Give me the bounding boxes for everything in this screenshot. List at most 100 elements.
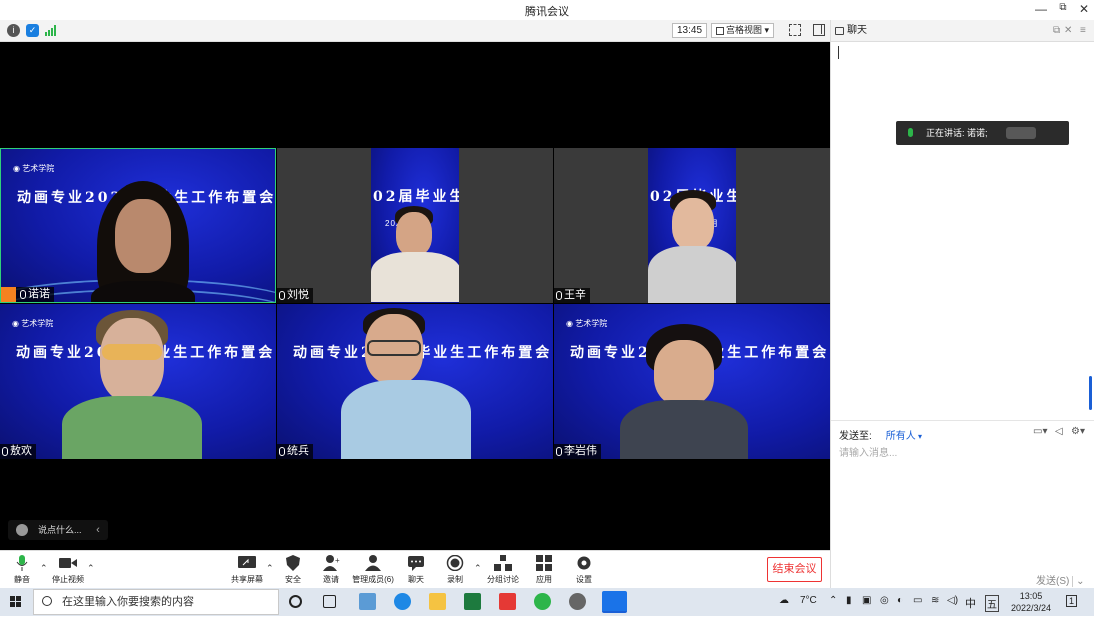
stop-video-button[interactable]: 停止视频 <box>48 555 88 585</box>
collapse-chevron-icon[interactable]: ‹ <box>88 520 108 540</box>
app-icon[interactable] <box>359 593 376 610</box>
video-tile[interactable]: 动画专业202届毕业生工作布置会 统兵 <box>277 304 553 459</box>
meeting-bottom-toolbar: 静音 ⌃ 停止视频 ⌃ 共享屏幕 ⌃ 安全 + 邀请 管理成员(6) 聊天 录制… <box>0 550 830 588</box>
mic-icon[interactable]: ▮ <box>846 595 852 606</box>
video-tile[interactable]: ◉ 艺术学院 动画专业202届毕业生工作布置会 李岩伟 <box>554 304 830 459</box>
cortana-icon[interactable] <box>289 595 302 608</box>
breakout-icon <box>494 555 512 571</box>
notification-count: 1 <box>1069 596 1075 606</box>
close-icon[interactable]: ✕ <box>1073 2 1094 16</box>
record-icon <box>446 554 464 572</box>
battery-icon[interactable]: ▭ <box>913 595 922 606</box>
clock-date: 2022/3/24 <box>1010 603 1052 613</box>
chat-button[interactable]: 聊天 <box>396 555 436 585</box>
chevron-up-icon[interactable]: ⌃ <box>829 595 837 606</box>
participant-name: 统兵 <box>287 445 309 457</box>
video-tile[interactable]: ◉ 艺术学院 动画专业202届毕业生工作布置会 敖欢 <box>0 304 276 459</box>
shared-slide: 动画专业202届毕业生工作布置会 <box>277 304 553 459</box>
tencent-meeting-icon[interactable] <box>602 591 627 613</box>
task-view-icon[interactable] <box>323 595 336 608</box>
grid-icon <box>716 26 724 35</box>
participant-name: 李岩伟 <box>564 445 597 457</box>
settings-button[interactable]: 设置 <box>564 555 604 585</box>
participant-name: 王辛 <box>564 289 586 301</box>
file-explorer-icon[interactable] <box>429 593 446 610</box>
video-tile[interactable]: 02届毕业生 月 王辛 <box>554 148 830 303</box>
apps-button[interactable]: 应用 <box>524 555 564 585</box>
send-button[interactable]: 发送(S) ⌄ <box>1036 572 1085 587</box>
view-mode-label: 宫格视图 <box>726 25 763 35</box>
record-button[interactable]: 录制 <box>435 554 475 585</box>
add-user-icon: + <box>322 555 340 571</box>
video-grid: ◉ 艺术学院 动画专业202届毕业生工作布置会 诺诺 02届毕业生 2022年3… <box>0 42 830 550</box>
send-button-label: 发送(S) <box>1036 576 1070 587</box>
search-icon <box>42 596 52 606</box>
mic-icon <box>20 290 26 299</box>
taskbar-search-input[interactable]: 在这里输入你要搜索的内容 <box>33 589 279 615</box>
windows-start-icon[interactable] <box>0 588 32 616</box>
end-meeting-button[interactable]: 结束会议 <box>767 557 822 582</box>
shared-slide: ◉ 艺术学院 动画专业202届毕业生工作布置会 <box>0 304 276 459</box>
mute-button[interactable]: 静音 <box>2 555 42 585</box>
breakout-label: 分组讨论 <box>487 575 519 584</box>
minimize-icon[interactable]: — <box>1030 2 1052 16</box>
tray-app-icon[interactable]: ◐ <box>897 595 903 606</box>
edge-icon[interactable] <box>394 593 411 610</box>
send-to-value[interactable]: 所有人 <box>886 431 916 442</box>
share-screen-button[interactable]: 共享屏幕 <box>227 555 267 585</box>
tray-app-icon[interactable]: ◎ <box>880 595 889 606</box>
close-icon[interactable]: ✕ <box>1064 20 1072 42</box>
send-to-selector[interactable]: 发送至: 所有人 ▾ <box>839 427 922 442</box>
gear-icon[interactable] <box>569 593 586 610</box>
quick-chat-placeholder: 说点什么... <box>38 525 82 535</box>
volume-icon[interactable]: ◁) <box>947 595 958 606</box>
chat-icon <box>407 555 425 571</box>
ime-indicator[interactable]: 中 <box>965 595 976 611</box>
menu-icon[interactable]: ≡ <box>1080 20 1086 42</box>
search-placeholder: 在这里输入你要搜索的内容 <box>62 596 194 608</box>
mic-icon <box>13 555 31 571</box>
invite-button[interactable]: + 邀请 <box>311 555 351 585</box>
sidebar-toggle-icon[interactable] <box>813 24 825 36</box>
chat-scrollbar[interactable] <box>1089 376 1092 410</box>
breakout-button[interactable]: 分组讨论 <box>483 555 523 585</box>
camera-icon <box>59 555 77 571</box>
speaker-icon[interactable]: ◁ <box>1055 426 1063 437</box>
popout-icon[interactable]: ⧉ <box>1053 20 1060 42</box>
mute-options-chevron-icon[interactable]: ⌃ <box>40 563 48 574</box>
fullscreen-icon[interactable] <box>789 24 801 36</box>
wifi-icon[interactable]: ≋ <box>931 595 939 606</box>
wechat-icon[interactable] <box>534 593 551 610</box>
weather-icon[interactable]: ☁ <box>779 595 789 606</box>
shield-icon[interactable]: ✓ <box>26 24 39 37</box>
invite-label: 邀请 <box>323 575 339 584</box>
taskbar-clock[interactable]: 13:05 2022/3/24 <box>1007 590 1055 614</box>
chat-panel-header: 聊天 ⧉ ✕ ≡ <box>831 20 1094 42</box>
ime-mode-indicator[interactable]: 五 <box>985 595 999 612</box>
record-options-chevron-icon[interactable]: ⌃ <box>474 563 482 574</box>
excel-icon[interactable] <box>464 593 481 610</box>
security-button[interactable]: 安全 <box>273 555 313 585</box>
blurred-avatars <box>1006 127 1036 139</box>
mic-icon <box>279 447 285 456</box>
view-mode-dropdown[interactable]: 宫格视图 ▾ <box>711 23 775 38</box>
video-options-chevron-icon[interactable]: ⌃ <box>87 563 95 574</box>
host-icon <box>1 287 16 302</box>
shared-slide: ◉ 艺术学院 动画专业202届毕业生工作布置会 <box>1 149 275 302</box>
tray-app-icon[interactable]: ▣ <box>862 595 871 606</box>
window-title: 腾讯会议 <box>525 6 569 18</box>
user-settings-icon[interactable]: ⚙▾ <box>1071 426 1085 437</box>
mic-icon <box>556 447 562 456</box>
manage-members-button[interactable]: 管理成员(6) <box>348 555 398 585</box>
send-to-label: 发送至: <box>839 431 872 442</box>
wps-icon[interactable] <box>499 593 516 610</box>
video-tile[interactable]: ◉ 艺术学院 动画专业202届毕业生工作布置会 诺诺 <box>0 148 276 303</box>
signal-icon[interactable] <box>45 25 57 36</box>
info-icon[interactable]: i <box>7 24 20 37</box>
chat-message-input[interactable]: 请输入消息... <box>839 444 897 459</box>
notification-icon[interactable]: 1 <box>1066 595 1078 607</box>
folder-icon[interactable]: ▭▾ <box>1033 426 1047 437</box>
restore-icon[interactable]: ⧉ <box>1052 2 1074 13</box>
record-label: 录制 <box>447 575 463 584</box>
video-tile[interactable]: 02届毕业生 2022年3月 刘悦 <box>277 148 553 303</box>
